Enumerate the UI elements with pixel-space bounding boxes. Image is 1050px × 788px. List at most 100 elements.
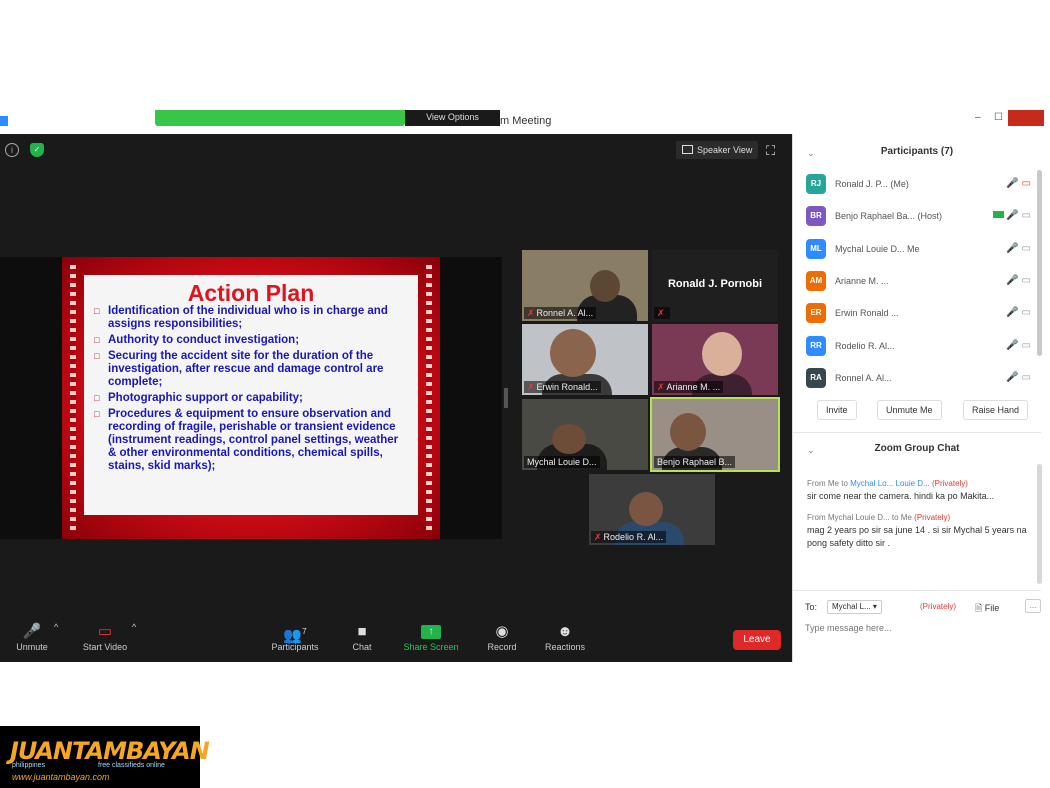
participant-row[interactable]: RJ Ronald J. P... (Me) 🎤 ▭	[806, 174, 1031, 196]
speaker-view-button[interactable]: Speaker View	[676, 141, 759, 159]
video-on-icon: ▭	[1021, 340, 1031, 351]
participant-tile[interactable]: Ronald J. Pornobi ✗	[652, 250, 778, 321]
chat-message-list: From Me to Mychal Lo... Louie D... (Priv…	[807, 479, 1029, 560]
participant-tile[interactable]: ✗ Ronnel A. Al...	[522, 250, 648, 321]
participant-row[interactable]: RR Rodelio R. Al... 🎤 ▭	[806, 336, 1031, 358]
avatar: ML	[806, 239, 826, 259]
mic-muted-icon: 🎤	[1006, 275, 1019, 286]
tile-name: Mychal Louie D...	[524, 456, 600, 468]
grid-icon	[682, 145, 693, 154]
chat-from: From Me to	[807, 479, 848, 488]
sharing-screen-icon	[992, 211, 1004, 218]
tile-name-text: Erwin Ronald...	[536, 382, 598, 392]
participant-name: Rodelio R. Al...	[835, 341, 895, 351]
file-button[interactable]: 🗎 File	[975, 601, 999, 617]
participant-tile[interactable]: Mychal Louie D...	[522, 399, 648, 470]
chat-message-text: sir come near the camera. hindi ka po Ma…	[807, 491, 995, 501]
tile-name-text: Benjo Raphael B...	[657, 457, 733, 467]
participants-panel-title: Participants (7)	[880, 146, 954, 157]
chat-scrollbar[interactable]	[1037, 464, 1042, 584]
tile-name-text: Ronnel A. Al...	[536, 308, 594, 318]
video-on-icon: ▭	[1021, 372, 1031, 383]
screen-share-banner[interactable]	[155, 110, 405, 126]
tile-name-text: Rodelio R. Al...	[603, 532, 664, 542]
person-face	[629, 492, 663, 526]
video-off-icon: ▭	[1021, 178, 1031, 189]
tile-name-text: Mychal Louie D...	[527, 457, 597, 467]
fullscreen-icon[interactable]: ⛶	[766, 143, 775, 159]
participant-row[interactable]: RA Ronnel A. Al... 🎤 ▭	[806, 368, 1031, 390]
participant-tile-active-speaker[interactable]: Benjo Raphael B...	[650, 397, 780, 472]
more-options-button[interactable]: ...	[1025, 599, 1041, 613]
avatar: AM	[806, 271, 826, 291]
participants-icon: 👥7	[283, 627, 307, 644]
record-icon: ◉	[495, 623, 509, 640]
participant-name: Arianne M. ...	[835, 276, 889, 286]
participant-row[interactable]: BR Benjo Raphael Ba... (Host) 🎤 ▭	[806, 206, 1031, 228]
participant-row[interactable]: ER Erwin Ronald ... 🎤 ▭	[806, 303, 1031, 325]
participant-tile[interactable]: ✗ Erwin Ronald...	[522, 324, 648, 395]
zoom-app-icon	[0, 116, 8, 126]
person-face	[590, 270, 620, 302]
reactions-button[interactable]: ☻ Reactions	[543, 622, 587, 652]
mic-muted-icon: 🎤	[1006, 307, 1019, 318]
panel-divider[interactable]	[793, 432, 1041, 433]
maximize-icon[interactable]: ☐	[994, 112, 1003, 123]
meeting-toolbar: 🎤 Unmute ^ ▭ Start Video ^ 👥7 Participan…	[0, 620, 792, 662]
chat-message-meta: From Me to Mychal Lo... Louie D... (Priv…	[807, 479, 1029, 488]
start-video-button[interactable]: ▭ Start Video	[80, 622, 130, 652]
slide-bullet: Authority to conduct investigation;	[94, 334, 408, 347]
avatar: ER	[806, 303, 826, 323]
participant-status-icons: 🎤 ▭	[1006, 243, 1031, 254]
info-icon[interactable]: i	[5, 143, 19, 157]
close-window-button[interactable]	[1008, 110, 1044, 126]
private-flag: (Privately)	[931, 479, 968, 488]
video-on-icon: ▭	[1021, 243, 1031, 254]
avatar: RR	[806, 336, 826, 356]
speaker-view-label: Speaker View	[697, 145, 753, 155]
participant-status-icons: 🎤 ▭	[1006, 178, 1031, 189]
unmute-me-button[interactable]: Unmute Me	[877, 400, 942, 420]
video-off-icon: ▭	[97, 623, 113, 640]
file-label: File	[984, 603, 1000, 613]
split-view-handle[interactable]	[504, 388, 508, 408]
participants-label: Participants	[271, 642, 319, 652]
avatar: BR	[806, 206, 826, 226]
video-options-caret-icon[interactable]: ^	[132, 622, 136, 632]
leave-button[interactable]: Leave	[733, 630, 781, 650]
reaction-smiley-icon: ☻	[557, 623, 573, 640]
participants-actions: Invite Unmute Me Raise Hand	[803, 400, 1033, 420]
chat-button[interactable]: ■ Chat	[350, 622, 374, 652]
security-shield-icon[interactable]: ✓	[30, 143, 44, 157]
video-on-icon: ▭	[1021, 210, 1031, 221]
avatar: RJ	[806, 174, 826, 194]
tile-name: ✗ Rodelio R. Al...	[591, 531, 667, 543]
participants-button[interactable]: 👥7 Participants	[268, 622, 322, 652]
participant-row[interactable]: AM Arianne M. ... 🎤 ▭	[806, 271, 1031, 293]
minimize-icon[interactable]: –	[975, 112, 981, 123]
mic-muted-icon: ✗	[527, 382, 535, 392]
chat-message-meta: From Mychal Louie D... to Me (Privately)	[807, 513, 1029, 522]
participants-scrollbar[interactable]	[1037, 170, 1042, 356]
share-screen-button[interactable]: ↑ Share Screen	[402, 622, 460, 652]
recipient-select[interactable]: Mychal L... ▾	[827, 600, 882, 614]
participant-tile[interactable]: ✗ Rodelio R. Al...	[589, 474, 715, 545]
record-button[interactable]: ◉ Record	[485, 622, 519, 652]
chat-recipient[interactable]: Mychal Lo... Louie D...	[850, 479, 930, 488]
tile-name: ✗ Ronnel A. Al...	[524, 307, 597, 319]
chat-message-input[interactable]	[805, 623, 1035, 633]
view-options-button[interactable]: View Options	[405, 110, 500, 126]
unmute-button[interactable]: 🎤 Unmute	[14, 622, 50, 652]
chat-bubble-icon: ■	[357, 623, 367, 640]
video-on-icon: ▭	[1021, 275, 1031, 286]
raise-hand-button[interactable]: Raise Hand	[963, 400, 1029, 420]
mic-muted-icon: ✗	[657, 308, 665, 318]
mic-muted-icon: 🎤	[1006, 178, 1019, 189]
participant-tile[interactable]: ✗ Arianne M. ...	[652, 324, 778, 395]
participant-row[interactable]: ML Mychal Louie D... Me 🎤 ▭	[806, 239, 1031, 261]
to-label: To:	[805, 602, 818, 612]
audio-options-caret-icon[interactable]: ^	[54, 622, 58, 632]
tile-name: ✗	[654, 307, 670, 319]
invite-button[interactable]: Invite	[817, 400, 857, 420]
recipient-value: Mychal L...	[832, 602, 871, 611]
